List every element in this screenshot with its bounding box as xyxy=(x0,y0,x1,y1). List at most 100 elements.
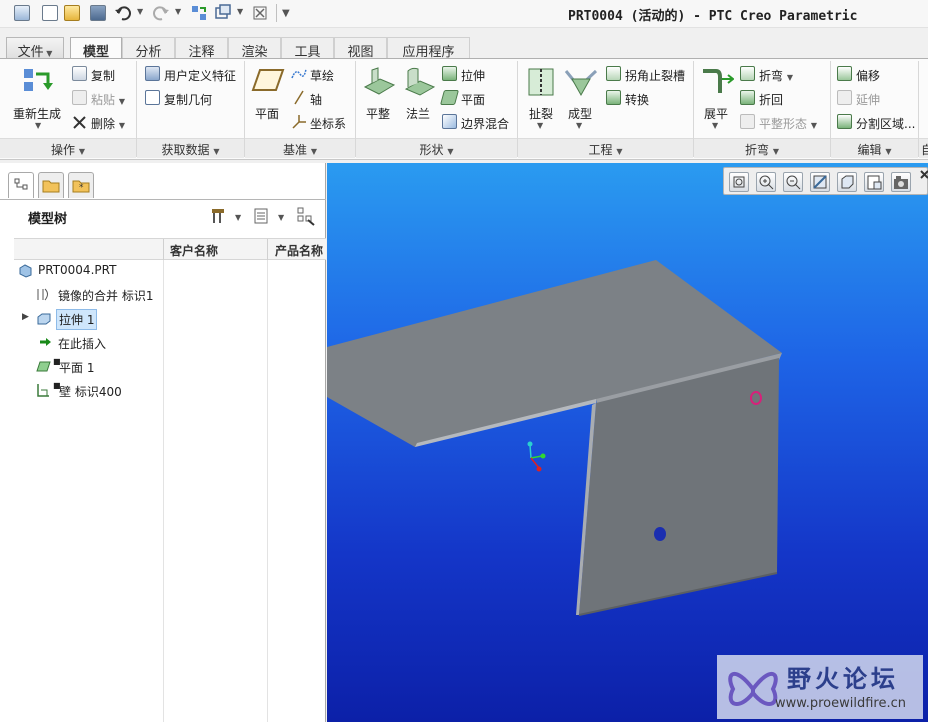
rip-button[interactable]: 扯裂 xyxy=(529,105,553,122)
model-tree-tab[interactable] xyxy=(8,172,34,198)
regenerate-button[interactable]: 重新生成 xyxy=(13,105,61,122)
flat-state-button[interactable]: 平整形态 ▼ xyxy=(759,115,817,132)
tab-model[interactable]: 模型 xyxy=(70,37,122,60)
convert-icon xyxy=(606,90,621,105)
tab-tools[interactable]: 工具 xyxy=(281,37,334,60)
open-icon[interactable] xyxy=(64,5,80,21)
rip-dropdown-icon[interactable]: ▼ xyxy=(537,121,543,130)
window-dropdown-icon[interactable]: ▼ xyxy=(237,7,243,16)
paste-button[interactable]: 粘贴 ▼ xyxy=(91,91,125,108)
corner-relief-icon xyxy=(606,66,621,81)
bend-button[interactable]: 折弯 ▼ xyxy=(759,67,793,84)
part-icon xyxy=(19,264,32,278)
redo-icon[interactable] xyxy=(152,5,170,21)
form-dropdown-icon[interactable]: ▼ xyxy=(576,121,582,130)
undo-dropdown-icon[interactable]: ▼ xyxy=(137,7,143,16)
split-area-button[interactable]: 分割区域... xyxy=(856,115,915,132)
flange-button[interactable]: 法兰 xyxy=(406,105,430,122)
column-divider[interactable] xyxy=(163,239,164,261)
window-icon[interactable] xyxy=(14,5,30,21)
tab-render[interactable]: 渲染 xyxy=(228,37,281,60)
form-large-icon xyxy=(564,69,598,97)
bend-back-icon xyxy=(740,90,755,105)
axis-button[interactable]: 轴 xyxy=(310,91,322,108)
group-footer-datum[interactable]: 基准 ▼ xyxy=(245,138,355,158)
group-footer-get-data[interactable]: 获取数据 ▼ xyxy=(137,138,244,158)
delete-icon xyxy=(73,116,86,129)
boundary-blend-button[interactable]: 边界混合 xyxy=(461,115,509,132)
tab-file[interactable]: 文件 ▼ xyxy=(6,37,64,60)
group-footer-operations[interactable]: 操作 ▼ xyxy=(0,138,136,158)
insert-here-arrow-icon xyxy=(40,338,51,346)
flat-wall-icon xyxy=(36,361,51,372)
sheetmetal-model[interactable] xyxy=(327,163,928,722)
redo-dropdown-icon[interactable]: ▼ xyxy=(175,7,181,16)
folder-browser-tab[interactable] xyxy=(38,172,64,198)
tree-item-wall[interactable]: ■ 壁 标识400 xyxy=(36,380,146,402)
undo-icon[interactable] xyxy=(114,5,132,21)
favorites-tab[interactable]: * xyxy=(68,172,94,198)
tab-analysis[interactable]: 分析 xyxy=(122,37,175,60)
bend-back-button[interactable]: 折回 xyxy=(759,91,783,108)
form-button[interactable]: 成型 xyxy=(568,105,592,122)
plane-wall-button[interactable]: 平面 xyxy=(461,91,485,108)
group-footer-bend[interactable]: 折弯 ▼ xyxy=(694,138,830,158)
tree-item-insert-here[interactable]: 在此插入 xyxy=(36,332,136,354)
tab-annotate[interactable]: 注释 xyxy=(175,37,228,60)
extend-icon xyxy=(837,90,852,105)
window-title: PRT0004 (活动的) - PTC Creo Parametric xyxy=(568,9,858,24)
unbend-large-icon xyxy=(703,69,734,93)
bend-icon xyxy=(740,66,755,81)
unbend-button[interactable]: 展平 xyxy=(704,105,728,122)
unbend-dropdown-icon[interactable]: ▼ xyxy=(712,121,718,130)
paste-icon xyxy=(72,90,87,105)
mirror-merge-icon xyxy=(37,288,48,301)
hole[interactable] xyxy=(654,527,666,541)
group-footer-overflow[interactable]: 自 xyxy=(919,138,928,158)
convert-button[interactable]: 转换 xyxy=(625,91,649,108)
model-tree-title: 模型树 xyxy=(28,212,68,227)
tree-filter-icon[interactable] xyxy=(296,206,316,226)
tree-item-mirror-merge[interactable]: 镜像的合并 标识1 xyxy=(36,284,166,306)
udf-button[interactable]: 用户定义特征 xyxy=(164,67,236,84)
csys-button[interactable]: 坐标系 xyxy=(310,115,346,132)
extend-button[interactable]: 延伸 xyxy=(856,91,880,108)
group-footer-shapes[interactable]: 形状 ▼ xyxy=(356,138,517,158)
corner-relief-button[interactable]: 拐角止裂槽 xyxy=(625,67,685,84)
graphics-window[interactable]: 野火论坛 www.proewildfire.cn xyxy=(327,163,928,722)
column-product-name[interactable]: 产品名称 xyxy=(275,242,323,259)
expand-arrow-icon[interactable]: ▶ xyxy=(22,312,29,322)
group-footer-engineering[interactable]: 工程 ▼ xyxy=(518,138,693,158)
tree-item-part[interactable]: PRT0004.PRT xyxy=(18,260,158,282)
tree-item-extrude[interactable]: ▶ 拉伸 1 xyxy=(22,308,102,330)
column-divider[interactable] xyxy=(267,239,268,261)
tree-settings-dropdown-icon[interactable]: ▼ xyxy=(235,213,241,222)
group-overflow: 自 xyxy=(919,59,928,159)
offset-button[interactable]: 偏移 xyxy=(856,67,880,84)
flat-button[interactable]: 平整 xyxy=(366,105,390,122)
tree-columns-icon[interactable] xyxy=(253,207,269,225)
tree-columns-dropdown-icon[interactable]: ▼ xyxy=(278,213,284,222)
datum-plane-button[interactable]: 平面 xyxy=(255,105,279,122)
regenerate-dropdown-icon[interactable]: ▼ xyxy=(35,121,41,130)
tree-column-header: 客户名称 产品名称 xyxy=(14,238,326,261)
column-customer-name[interactable]: 客户名称 xyxy=(170,242,218,259)
copy-geometry-button[interactable]: 复制几何 xyxy=(164,91,212,108)
extrude-button[interactable]: 拉伸 xyxy=(461,67,485,84)
customize-icon[interactable]: ▼ xyxy=(282,8,290,19)
copy-button[interactable]: 复制 xyxy=(91,67,115,84)
switch-window-icon[interactable] xyxy=(214,4,232,22)
new-icon[interactable] xyxy=(42,5,58,21)
close-window-icon[interactable] xyxy=(253,6,267,20)
ribbon-tabs: 文件 ▼ 模型 分析 注释 渲染 工具 视图 应用程序 xyxy=(0,37,928,60)
regenerate-icon[interactable] xyxy=(190,4,208,22)
copy-icon xyxy=(72,66,87,81)
tree-item-flat-wall[interactable]: ■ 平面 1 xyxy=(36,356,136,378)
tab-view[interactable]: 视图 xyxy=(334,37,387,60)
save-icon[interactable] xyxy=(90,5,106,21)
tab-applications[interactable]: 应用程序 xyxy=(387,37,470,60)
sketch-button[interactable]: 草绘 xyxy=(310,67,334,84)
delete-button[interactable]: 删除 ▼ xyxy=(91,115,125,132)
group-footer-editing[interactable]: 编辑 ▼ xyxy=(831,138,918,158)
tree-settings-icon[interactable] xyxy=(210,207,228,225)
